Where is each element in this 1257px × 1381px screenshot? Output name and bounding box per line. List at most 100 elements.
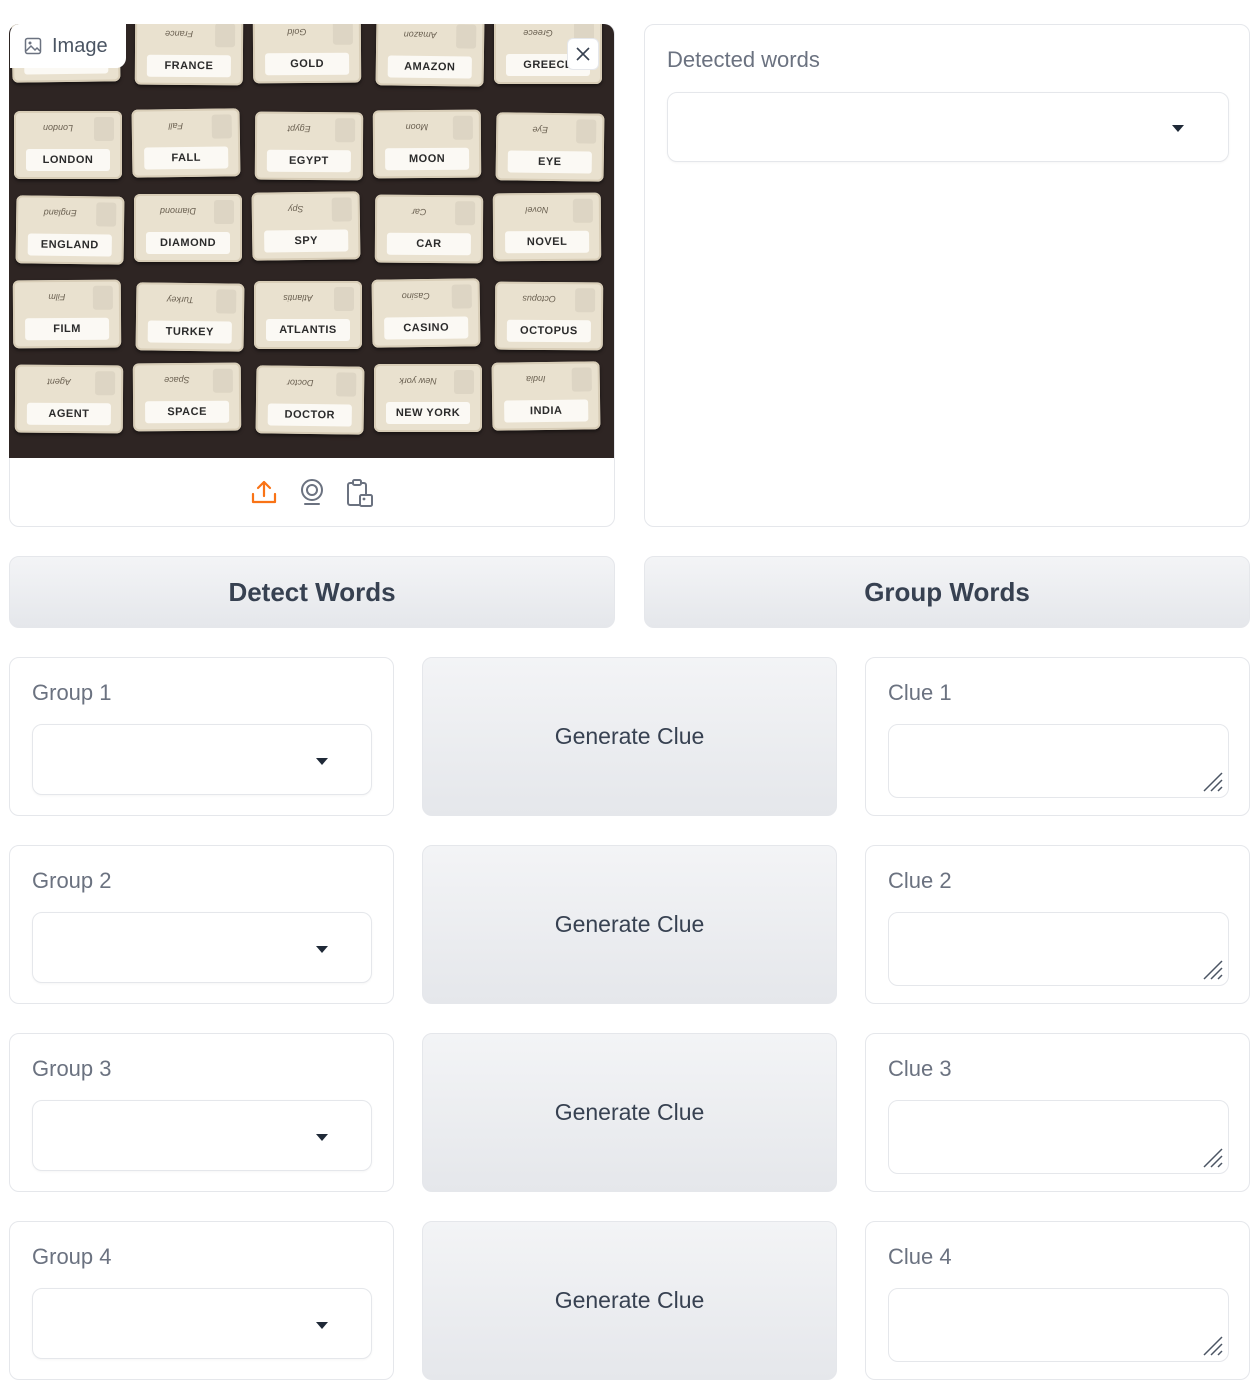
clue-2-textarea[interactable]	[888, 912, 1229, 986]
card-seal	[96, 202, 117, 227]
card-seal	[456, 24, 477, 49]
clue-1-panel: Clue 1	[865, 657, 1250, 816]
card-mirrored-word: Spy	[287, 204, 304, 215]
card-word: ENGLAND	[27, 233, 112, 257]
chevron-down-icon	[1172, 125, 1184, 132]
card-mirrored-word: Egypt	[287, 123, 311, 135]
card-seal	[576, 119, 597, 144]
word-card: Octopus OCTOPUS	[494, 281, 604, 351]
card-mirrored-word: Novel	[525, 204, 549, 216]
card-mirrored-word: Diamond	[159, 206, 197, 216]
group-1-dropdown[interactable]	[32, 724, 372, 795]
group-4-dropdown[interactable]	[32, 1288, 372, 1359]
card-seal	[214, 200, 234, 224]
card-mirrored-word: India	[525, 374, 546, 385]
upload-icon[interactable]	[250, 478, 278, 506]
card-word: GOLD	[265, 52, 350, 76]
clipboard-icon[interactable]	[345, 478, 375, 508]
clue-3-panel: Clue 3	[865, 1033, 1250, 1192]
resize-handle-icon[interactable]	[1198, 1331, 1224, 1357]
word-card: Casino CASINO	[371, 278, 481, 348]
card-seal	[575, 288, 596, 313]
card-word: OCTOPUS	[506, 319, 591, 343]
clue-2-panel: Clue 2	[865, 845, 1250, 1004]
group-4-panel: Group 4	[9, 1221, 394, 1380]
word-card: Moon MOON	[372, 109, 482, 179]
card-word: FALL	[144, 146, 229, 170]
card-word: CAR	[386, 232, 471, 256]
image-label-tag: Image	[10, 24, 126, 68]
card-word: AGENT	[26, 402, 111, 426]
resize-handle-icon[interactable]	[1198, 1143, 1224, 1169]
generate-clue-1-button[interactable]: Generate Clue	[422, 657, 837, 816]
word-card: Agent AGENT	[14, 364, 124, 434]
card-word: CASINO	[384, 316, 469, 340]
image-icon	[24, 37, 42, 55]
word-card: Novel NOVEL	[492, 192, 602, 262]
resize-handle-icon[interactable]	[1198, 767, 1224, 793]
card-seal	[452, 115, 473, 140]
card-seal	[454, 370, 474, 394]
resize-handle-icon[interactable]	[1198, 955, 1224, 981]
card-word: DIAMOND	[146, 232, 230, 254]
card-word: NEW YORK	[386, 402, 470, 424]
detect-words-button[interactable]: Detect Words	[9, 556, 615, 628]
card-word: FILM	[25, 317, 110, 341]
card-seal	[212, 368, 233, 393]
codenames-board-photo: SuitSUITFranceFRANCEGoldGOLDAmazonAMAZON…	[9, 24, 614, 458]
generate-clue-4-button[interactable]: Generate Clue	[422, 1221, 837, 1380]
card-word: AMAZON	[387, 55, 472, 79]
clue-2-label: Clue 2	[888, 868, 952, 893]
group-2-label: Group 2	[32, 868, 112, 893]
clue-4-label: Clue 4	[888, 1244, 952, 1269]
webcam-icon[interactable]	[298, 478, 326, 506]
word-card: Film FILM	[12, 279, 122, 349]
chevron-down-icon	[316, 1322, 328, 1329]
detected-words-label: Detected words	[667, 47, 820, 72]
clue-1-label: Clue 1	[888, 680, 952, 705]
card-word: TURKEY	[147, 320, 232, 344]
clear-image-button[interactable]	[567, 38, 599, 70]
card-mirrored-word: Atlantis	[283, 293, 313, 303]
card-seal	[211, 114, 232, 139]
image-label: Image	[52, 34, 108, 57]
word-card: Gold GOLD	[252, 24, 362, 84]
clue-4-textarea[interactable]	[888, 1288, 1229, 1362]
card-word: EYE	[507, 150, 592, 174]
card-seal	[94, 117, 114, 141]
generate-clue-3-button[interactable]: Generate Clue	[422, 1033, 837, 1192]
detected-words-dropdown[interactable]	[667, 92, 1229, 162]
card-mirrored-word: Turkey	[166, 294, 194, 306]
card-mirrored-word: Space	[164, 374, 190, 386]
card-mirrored-word: Doctor	[286, 377, 314, 389]
card-mirrored-word: Amazon	[403, 29, 437, 41]
word-card: New york NEW YORK	[374, 364, 482, 432]
group-3-dropdown[interactable]	[32, 1100, 372, 1171]
word-card: London LONDON	[14, 111, 122, 179]
card-mirrored-word: Octopus	[522, 293, 556, 305]
card-mirrored-word: Moon	[405, 121, 429, 133]
word-card: Fall FALL	[131, 108, 241, 178]
card-mirrored-word: Agent	[47, 376, 71, 388]
card-word: ATLANTIS	[266, 319, 350, 341]
clue-1-textarea[interactable]	[888, 724, 1229, 798]
card-word: FRANCE	[146, 54, 231, 78]
card-seal	[95, 371, 116, 396]
chevron-down-icon	[316, 1134, 328, 1141]
clue-3-textarea[interactable]	[888, 1100, 1229, 1174]
card-word: LONDON	[26, 149, 110, 171]
card-word: INDIA	[504, 399, 589, 423]
word-card: France FRANCE	[134, 24, 244, 86]
card-mirrored-word: Fall	[168, 121, 184, 132]
card-mirrored-word: Eye	[532, 124, 549, 135]
card-seal	[216, 289, 237, 314]
card-mirrored-word: Film	[48, 292, 66, 303]
group-2-dropdown[interactable]	[32, 912, 372, 983]
card-seal	[572, 198, 593, 223]
group-1-panel: Group 1	[9, 657, 394, 816]
chevron-down-icon	[316, 946, 328, 953]
generate-clue-2-button[interactable]: Generate Clue	[422, 845, 837, 1004]
group-words-button[interactable]: Group Words	[644, 556, 1250, 628]
card-mirrored-word: London	[42, 123, 74, 133]
card-seal	[451, 284, 472, 309]
